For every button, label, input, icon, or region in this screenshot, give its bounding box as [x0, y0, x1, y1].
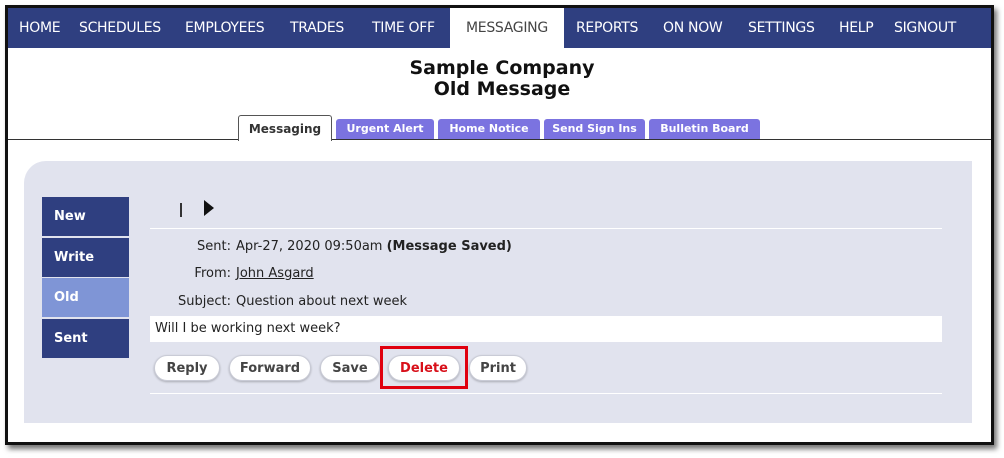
sent-label: Sent: — [197, 239, 231, 254]
sidebar-item-sent[interactable]: Sent — [42, 319, 129, 358]
nav-signout[interactable]: SIGNOUT — [894, 8, 956, 48]
tab-messaging[interactable]: Messaging — [238, 115, 332, 141]
top-nav: HOME SCHEDULES EMPLOYEES TRADES TIME OFF… — [8, 8, 991, 48]
print-button[interactable]: Print — [469, 355, 527, 381]
company-name: Sample Company — [409, 57, 595, 79]
nav-on-now[interactable]: ON NOW — [663, 8, 723, 48]
nav-messaging[interactable]: MESSAGING — [450, 8, 564, 48]
nav-time-off[interactable]: TIME OFF — [372, 8, 435, 48]
sidebar-item-write[interactable]: Write — [42, 238, 129, 277]
pager-separator — [180, 203, 182, 217]
from-label: From: — [194, 266, 231, 281]
nav-trades[interactable]: TRADES — [290, 8, 344, 48]
nav-help[interactable]: HELP — [839, 8, 874, 48]
reply-button[interactable]: Reply — [154, 355, 220, 381]
nav-home[interactable]: HOME — [19, 8, 61, 48]
nav-employees[interactable]: EMPLOYEES — [185, 8, 265, 48]
subject-label: Subject: — [178, 294, 231, 309]
triangle-right-icon[interactable] — [204, 200, 214, 216]
subject-value: Question about next week — [236, 294, 408, 309]
sent-date: Apr-27, 2020 09:50am — [236, 239, 383, 254]
sidebar-item-old[interactable]: Old — [42, 278, 129, 317]
sent-value: Apr-27, 2020 09:50am (Message Saved) — [236, 239, 512, 254]
tab-divider — [8, 139, 991, 140]
nav-reports[interactable]: REPORTS — [576, 8, 638, 48]
nav-settings[interactable]: SETTINGS — [748, 8, 815, 48]
save-button[interactable]: Save — [320, 355, 380, 381]
sidebar-item-new[interactable]: New — [42, 197, 129, 236]
content-panel — [24, 161, 972, 423]
sent-status: (Message Saved) — [386, 239, 512, 254]
tab-urgent-alert[interactable]: Urgent Alert — [336, 119, 434, 139]
divider-line — [150, 228, 942, 229]
tab-send-sign-ins[interactable]: Send Sign Ins — [544, 119, 645, 139]
delete-highlight-box — [380, 346, 468, 389]
from-link[interactable]: John Asgard — [236, 266, 314, 281]
message-body: Will I be working next week? — [150, 316, 942, 342]
tab-home-notice[interactable]: Home Notice — [438, 119, 540, 139]
page-title: Old Message — [433, 78, 571, 100]
nav-schedules[interactable]: SCHEDULES — [79, 8, 161, 48]
tab-bulletin-board[interactable]: Bulletin Board — [649, 119, 760, 139]
divider-line-bottom — [150, 393, 942, 394]
forward-button[interactable]: Forward — [229, 355, 311, 381]
